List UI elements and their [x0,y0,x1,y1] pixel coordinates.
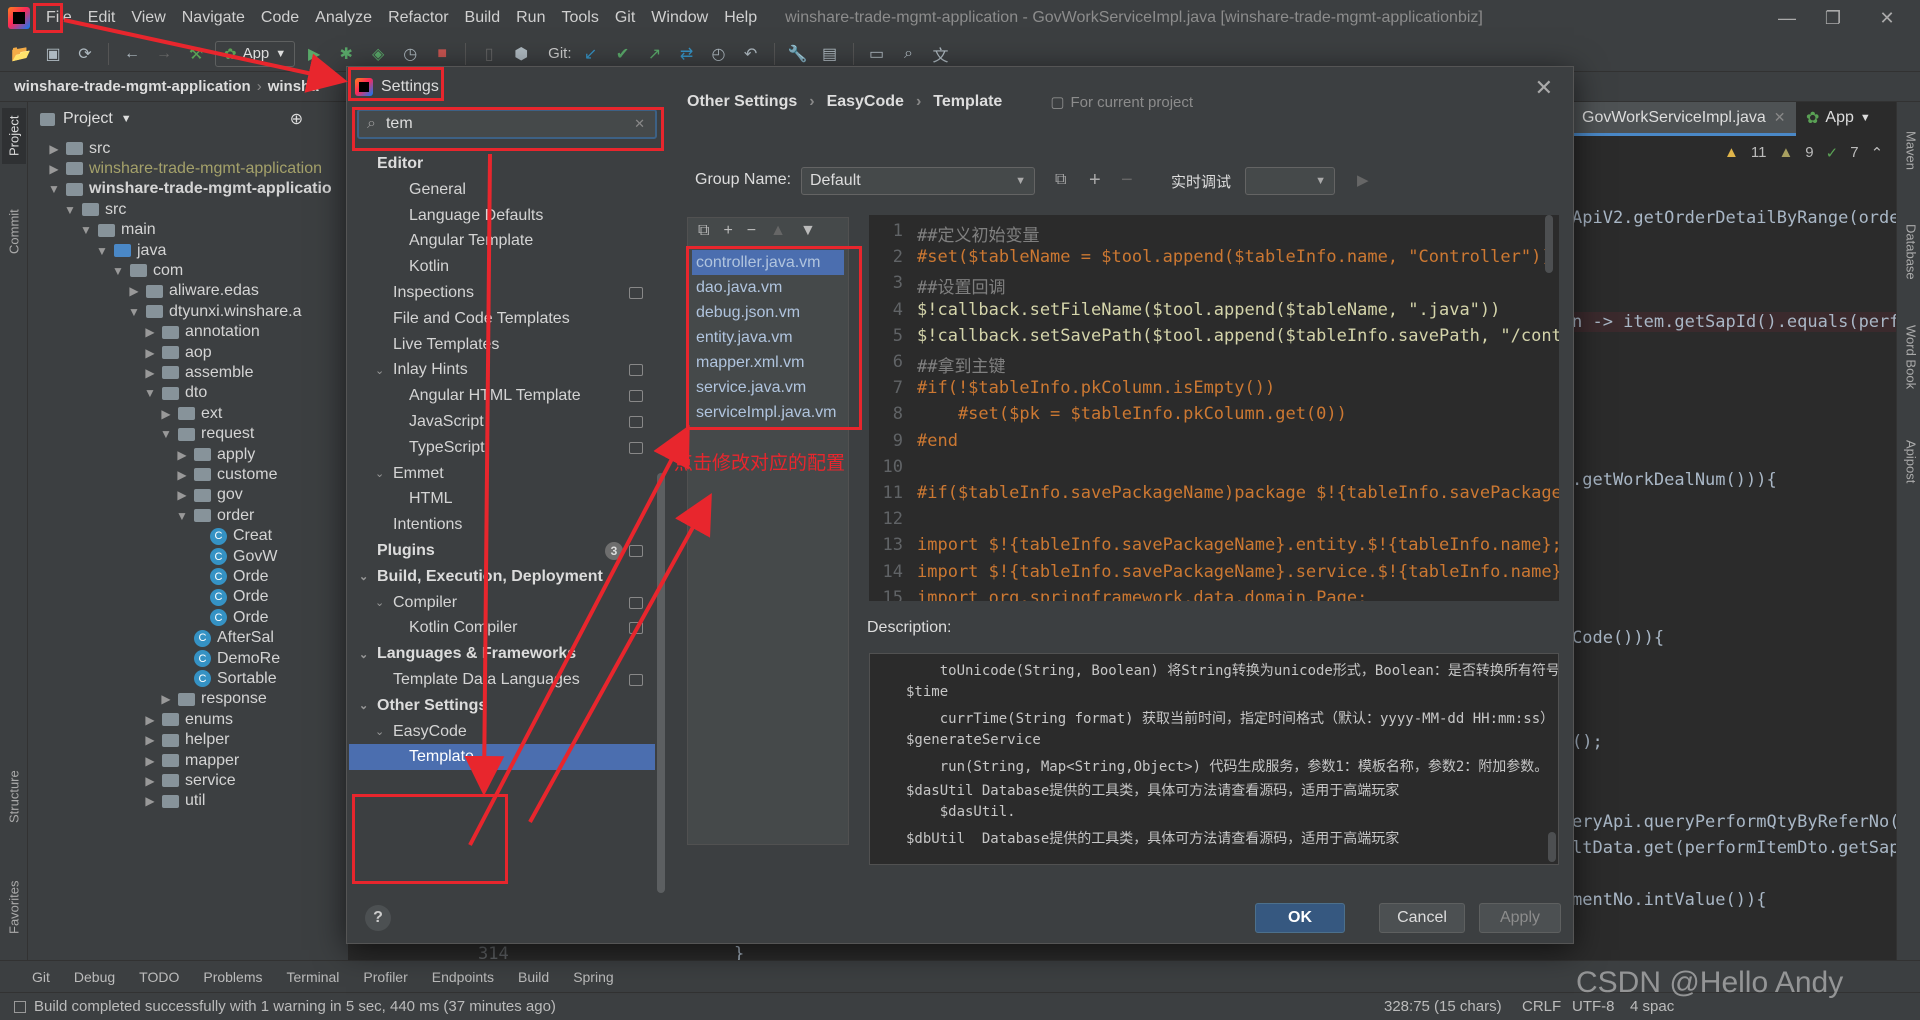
arrow-search-to-template [464,153,505,796]
arrow-template-to-files [468,424,690,846]
annotation-arrows [63,18,712,846]
arrow-file-to-settings [63,18,348,93]
arrow-template-to-note [528,492,712,823]
